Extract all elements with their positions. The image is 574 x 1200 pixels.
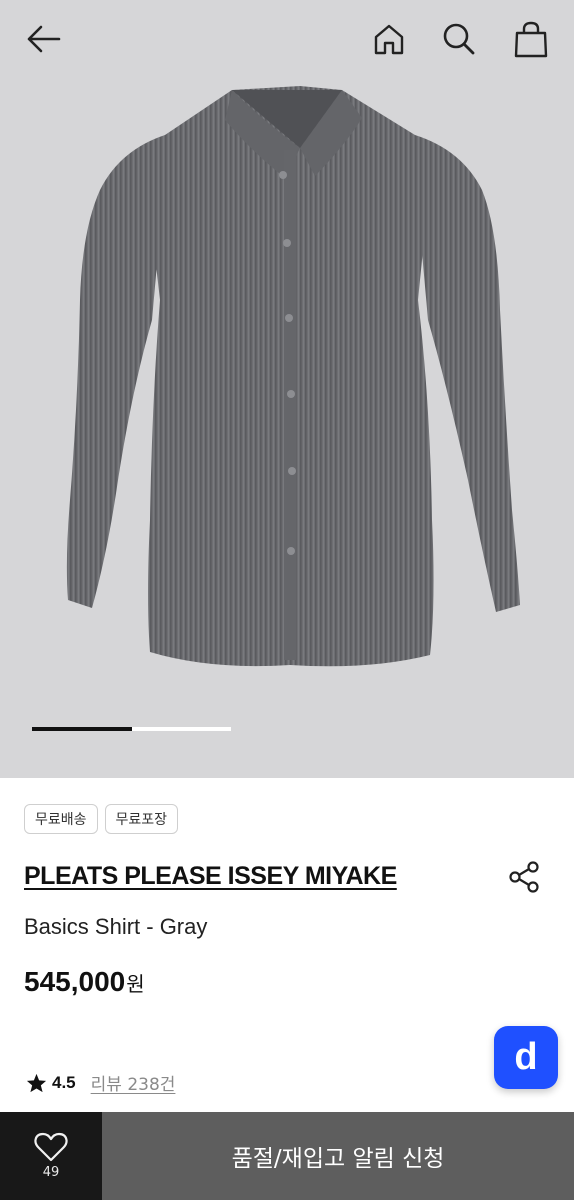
bottom-action-bar: 49 품절/재입고 알림 신청: [0, 1112, 574, 1200]
product-name: Basics Shirt - Gray: [24, 914, 208, 939]
search-button[interactable]: [438, 18, 480, 60]
reviews-link[interactable]: 리뷰 238건: [91, 1070, 176, 1095]
product-price: 545,000 원: [24, 966, 145, 998]
shopping-bag-icon: [514, 21, 548, 58]
search-icon: [443, 23, 475, 55]
back-button[interactable]: [22, 18, 64, 60]
arrow-left-icon: [27, 25, 61, 53]
heart-icon: [34, 1132, 68, 1162]
share-icon: [509, 861, 539, 893]
product-image-gallery[interactable]: [0, 0, 574, 778]
floating-app-button[interactable]: d: [494, 1026, 558, 1089]
gallery-progress-fill: [32, 727, 132, 731]
gallery-progress: [32, 727, 231, 731]
rating-row: 4.5 리뷰 238건: [26, 1070, 175, 1095]
price-unit: 원: [126, 972, 145, 996]
star-icon: [26, 1073, 47, 1092]
free-shipping-badge: 무료배송: [24, 804, 98, 834]
cart-button[interactable]: [510, 18, 552, 60]
product-image[interactable]: [0, 80, 574, 680]
rating-value: 4.5: [52, 1072, 76, 1092]
home-icon: [374, 24, 404, 55]
free-wrapping-badge: 무료포장: [104, 804, 179, 834]
like-count: 49: [42, 1165, 60, 1180]
share-button[interactable]: [507, 859, 543, 895]
restock-alert-button[interactable]: 품절/재입고 알림 신청: [102, 1112, 574, 1200]
home-button[interactable]: [368, 18, 410, 60]
badge-list: 무료배송 무료포장: [24, 804, 179, 834]
like-button[interactable]: 49: [0, 1112, 102, 1200]
brand-link[interactable]: PLEATS PLEASE ISSEY MIYAKE: [24, 862, 397, 891]
price-value: 545,000: [24, 966, 126, 997]
